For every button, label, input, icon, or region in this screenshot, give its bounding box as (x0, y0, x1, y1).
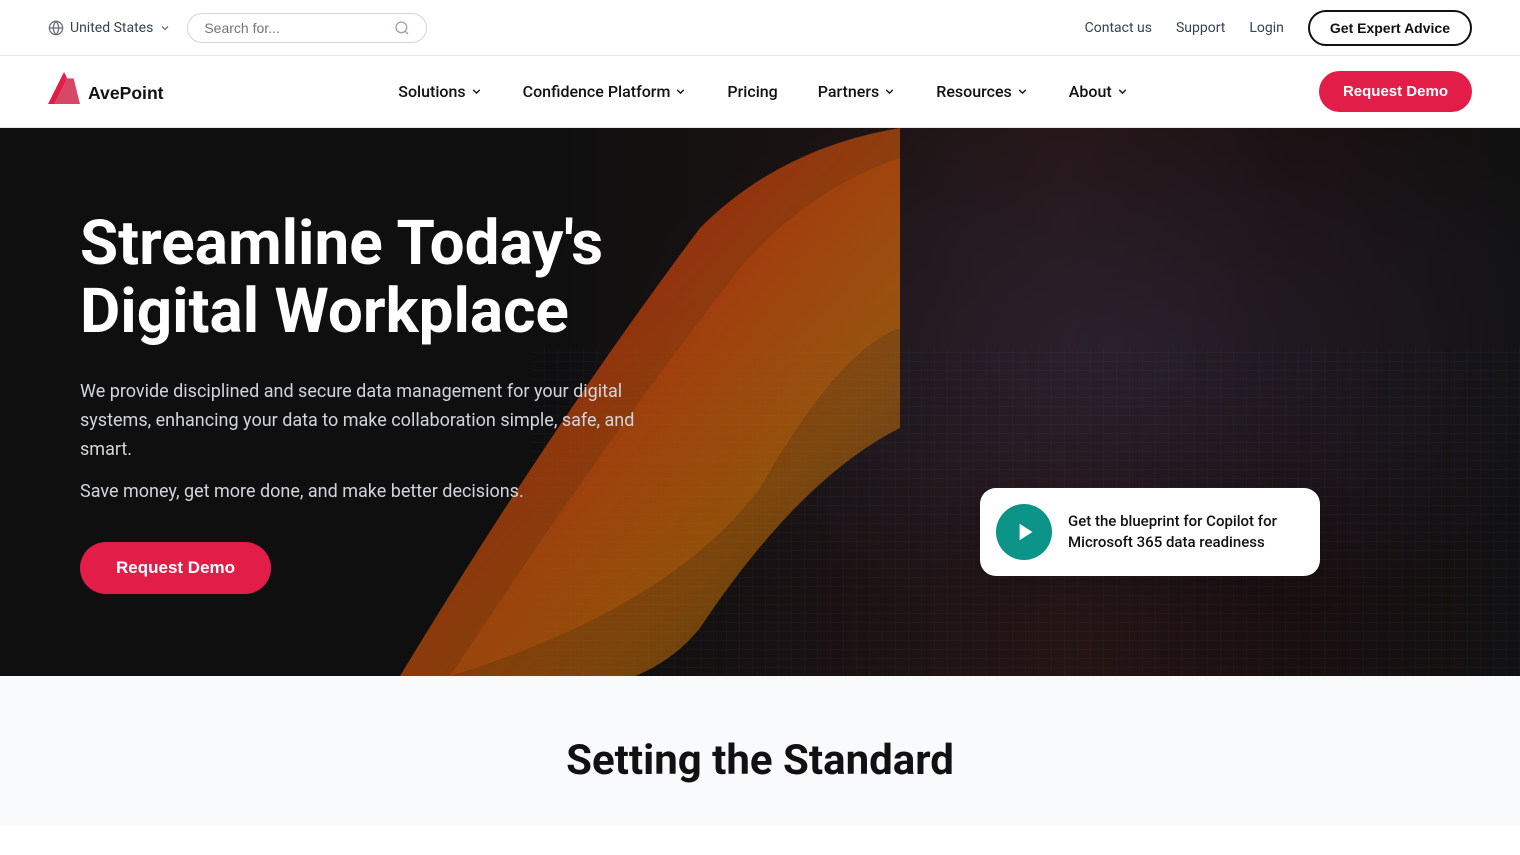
region-selector[interactable]: United States (48, 20, 171, 36)
request-demo-button-hero[interactable]: Request Demo (80, 542, 271, 594)
region-label: United States (70, 20, 153, 36)
chevron-down-icon (674, 85, 687, 98)
hero-sub2: Save money, get more done, and make bett… (80, 481, 640, 502)
chevron-down-icon (1016, 85, 1029, 98)
svg-text:AvePoint: AvePoint (88, 83, 164, 103)
nav-resources[interactable]: Resources (920, 74, 1045, 109)
top-bar-left: United States (48, 13, 427, 43)
search-box[interactable] (187, 13, 427, 43)
logo[interactable]: AvePoint (48, 72, 208, 110)
play-button[interactable] (996, 504, 1052, 560)
nav-links: Solutions Confidence Platform Pricing Pa… (382, 74, 1144, 109)
hero-section: Streamline Today's Digital Workplace We … (0, 128, 1520, 676)
chevron-down-icon (159, 22, 171, 34)
chevron-down-icon (1116, 85, 1129, 98)
nav-solutions[interactable]: Solutions (382, 74, 498, 109)
search-input[interactable] (204, 20, 386, 36)
nav-pricing[interactable]: Pricing (711, 74, 793, 109)
login-link[interactable]: Login (1249, 20, 1284, 36)
globe-icon (48, 20, 64, 36)
top-bar: United States Contact us Support Login G… (0, 0, 1520, 56)
search-icon (394, 20, 410, 36)
top-bar-right: Contact us Support Login Get Expert Advi… (1085, 10, 1472, 46)
chevron-down-icon (883, 85, 896, 98)
nav-confidence-platform[interactable]: Confidence Platform (507, 74, 704, 109)
support-link[interactable]: Support (1176, 20, 1225, 36)
play-icon (1015, 521, 1037, 543)
nav-bar: AvePoint Solutions Confidence Platform P… (0, 56, 1520, 128)
get-expert-advice-button[interactable]: Get Expert Advice (1308, 10, 1472, 46)
chevron-down-icon (470, 85, 483, 98)
contact-us-link[interactable]: Contact us (1085, 20, 1152, 36)
hero-title: Streamline Today's Digital Workplace (80, 210, 640, 346)
video-card: Get the blueprint for Copilot for Micros… (980, 488, 1320, 576)
nav-about[interactable]: About (1053, 74, 1145, 109)
request-demo-button-nav[interactable]: Request Demo (1319, 71, 1472, 112)
below-fold-title: Setting the Standard (48, 736, 1472, 785)
video-card-text: Get the blueprint for Copilot for Micros… (1068, 511, 1296, 553)
below-fold: Setting the Standard (0, 676, 1520, 825)
avepoint-logo: AvePoint (48, 72, 208, 110)
hero-content: Streamline Today's Digital Workplace We … (0, 210, 720, 594)
nav-partners[interactable]: Partners (802, 74, 913, 109)
hero-subtitle: We provide disciplined and secure data m… (80, 378, 640, 464)
